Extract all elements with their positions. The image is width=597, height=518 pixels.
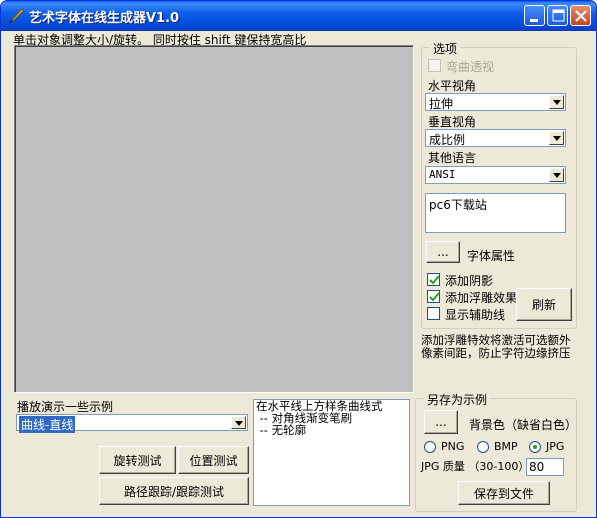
horizontal-view-select[interactable]: 拉伸 (425, 93, 566, 111)
png-label: PNG (441, 440, 465, 453)
png-radio[interactable] (424, 441, 436, 453)
shadow-label: 添加阴影 (445, 274, 494, 288)
refresh-button[interactable]: 刷新 (516, 288, 572, 321)
language-select[interactable]: ANSI (425, 166, 566, 184)
close-button[interactable] (570, 5, 591, 26)
horizontal-view-value: 拉伸 (429, 97, 454, 111)
jpg-radio[interactable] (529, 441, 541, 453)
jpg-quality-label: JPG 质量 （30-100） (421, 460, 530, 473)
preview-canvas[interactable] (14, 45, 414, 393)
path-trace-test-button[interactable]: 路径跟踪/跟踪测试 (99, 477, 249, 505)
options-group-title: 选项 (430, 40, 461, 57)
vertical-view-value: 成比例 (429, 133, 466, 147)
curve-perspective-label: 弯曲透视 (446, 60, 495, 74)
minimize-icon (530, 19, 538, 22)
dropdown-button[interactable] (549, 95, 564, 109)
jpg-label: JPG (546, 440, 565, 453)
shadow-checkbox[interactable] (427, 273, 440, 286)
emboss-checkbox[interactable] (427, 290, 440, 303)
app-window: 艺术字体在线生成器V1.0 单击对象调整大小/旋转。 同时按住 shift 键保… (0, 0, 597, 518)
save-group-title: 另存为示例 (424, 391, 491, 408)
vertical-view-label: 垂直视角 (428, 115, 477, 129)
demo-selected-value: 曲线-直线 (19, 416, 76, 433)
minimize-button[interactable] (524, 5, 545, 26)
maximize-icon (552, 9, 565, 22)
bmp-radio[interactable] (477, 441, 489, 453)
vertical-view-select[interactable]: 成比例 (425, 129, 566, 147)
emboss-note: 添加浮雕特效将激活可选额外像素间距，防止字符边缘挤压 (421, 333, 571, 360)
background-color-button[interactable]: ... (424, 410, 458, 434)
list-item: -- 无轮廓 (256, 423, 307, 437)
horizontal-view-label: 水平视角 (428, 79, 477, 93)
title-bar[interactable]: 艺术字体在线生成器V1.0 (1, 1, 596, 31)
chevron-down-icon (553, 136, 561, 141)
bmp-label: BMP (494, 440, 518, 453)
checkmark-icon (429, 275, 440, 285)
save-to-file-button[interactable]: 保存到文件 (458, 481, 550, 505)
chevron-down-icon (553, 100, 561, 105)
chevron-down-icon (553, 173, 561, 178)
background-color-label: 背景色（缺省白色） (469, 418, 578, 432)
demo-label: 播放演示一些示例 (17, 400, 114, 414)
rotate-test-button[interactable]: 旋转测试 (99, 446, 176, 474)
font-dialog-button[interactable]: ... (426, 241, 460, 263)
demo-select[interactable]: 曲线-直线 (16, 414, 248, 433)
window-title: 艺术字体在线生成器V1.0 (29, 11, 180, 26)
curve-perspective-checkbox[interactable] (428, 59, 441, 72)
dropdown-button[interactable] (549, 168, 564, 182)
position-test-button[interactable]: 位置测试 (178, 446, 249, 474)
emboss-label: 添加浮雕效果 (445, 291, 518, 305)
font-properties-label: 字体属性 (467, 249, 516, 263)
dropdown-button[interactable] (231, 416, 246, 429)
dropdown-button[interactable] (549, 131, 564, 145)
demo-description-list[interactable]: 在水平线上方样条曲线式 -- 对角线渐变笔刷 -- 无轮廓 (253, 399, 410, 506)
checkmark-icon (429, 292, 440, 302)
chevron-down-icon (235, 421, 243, 426)
close-icon (575, 10, 587, 22)
jpg-quality-input[interactable]: 80 (526, 458, 564, 476)
language-label: 其他语言 (428, 151, 477, 165)
art-text-input[interactable]: pc6下载站 (425, 193, 566, 233)
guides-label: 显示辅助线 (445, 308, 506, 322)
language-value: ANSI (429, 168, 456, 181)
feather-pen-icon (7, 7, 25, 25)
maximize-button[interactable] (547, 5, 568, 26)
guides-checkbox[interactable] (427, 307, 440, 320)
radio-selected-dot (533, 445, 537, 449)
